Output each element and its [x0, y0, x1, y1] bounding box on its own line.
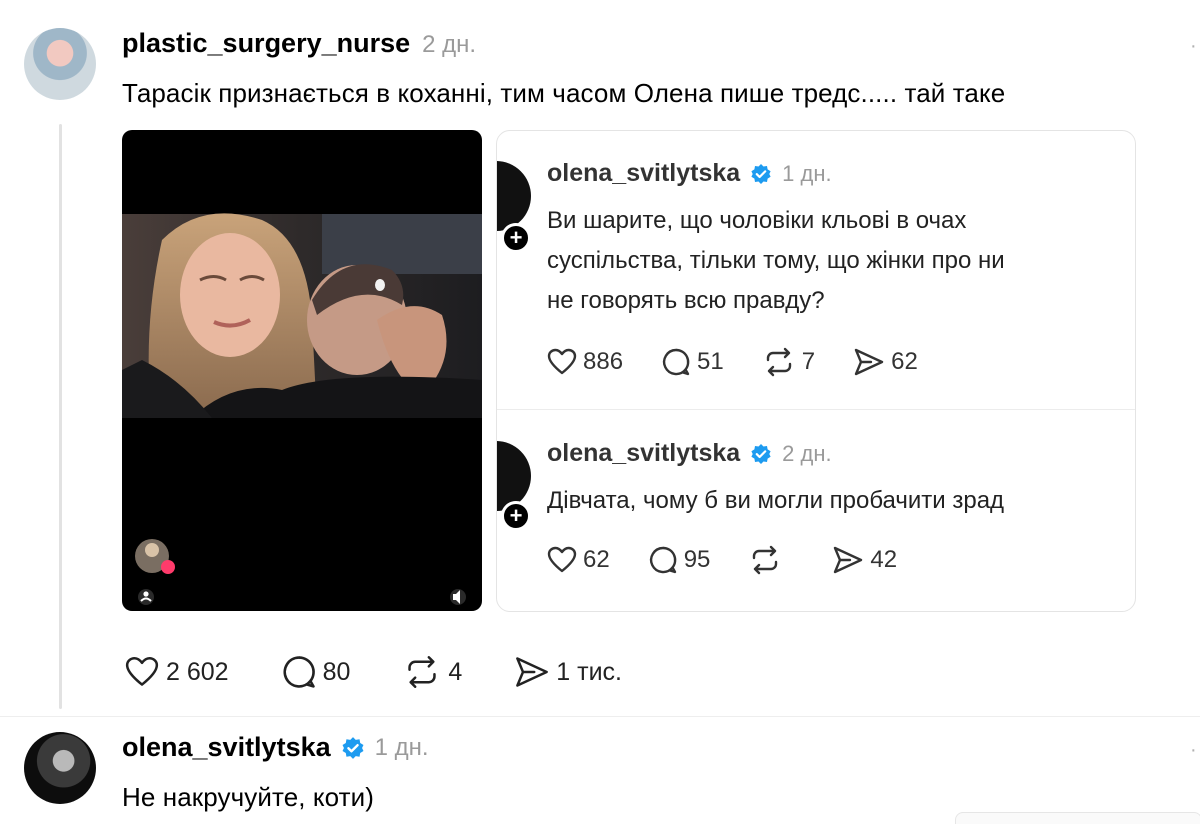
share-icon: [834, 546, 863, 574]
more-icon[interactable]: ·: [1190, 34, 1200, 58]
repost-icon: [766, 347, 791, 377]
video-preview[interactable]: [122, 130, 482, 611]
comment-header: olena_svitlytska 1 дн.: [122, 732, 429, 763]
repost-button[interactable]: [748, 545, 794, 575]
follow-plus-icon[interactable]: +: [501, 223, 531, 253]
post1-text-line: не говорять всю правду?: [547, 287, 825, 314]
repost-count: 4: [448, 657, 463, 686]
post1-text-line: суспільства, тільки тому, що жінки про н…: [547, 247, 1005, 274]
reply-button[interactable]: 80: [281, 654, 351, 690]
share-button[interactable]: 42: [832, 545, 897, 575]
verified-badge-icon: [751, 163, 771, 184]
post2-actions: 62 95 42: [547, 545, 897, 575]
reply-button[interactable]: 51: [661, 347, 724, 377]
video-frame-image: [122, 213, 482, 605]
post2-text: Дівчата, чому б ви могли пробачити зрад: [547, 487, 1005, 514]
reply-count: 95: [683, 546, 711, 573]
share-icon: [854, 348, 884, 376]
verified-badge-icon: [342, 736, 364, 759]
divider: [0, 716, 1200, 717]
like-button[interactable]: 886: [547, 347, 623, 377]
post1-timestamp[interactable]: 1 дн.: [782, 161, 831, 187]
timestamp[interactable]: 1 дн.: [375, 734, 429, 762]
heart-icon: [547, 348, 577, 375]
like-count: 886: [583, 348, 624, 375]
reply-icon: [649, 546, 677, 574]
like-button[interactable]: 62: [547, 545, 610, 575]
post1-actions: 886 51 7 62: [547, 347, 918, 377]
thread-line: [59, 124, 62, 709]
avatar-olena-svitlytska[interactable]: [24, 732, 96, 804]
share-icon: [516, 657, 549, 687]
repost-icon: [753, 545, 778, 575]
username[interactable]: olena_svitlytska: [122, 732, 331, 763]
repost-icon: [408, 656, 437, 688]
like-button[interactable]: 2 602: [124, 654, 229, 690]
post2-timestamp[interactable]: 2 дн.: [782, 441, 831, 467]
avatar-plastic-surgery-nurse[interactable]: [24, 28, 96, 100]
reply-button[interactable]: 95: [648, 545, 711, 575]
repost-count: 7: [801, 348, 816, 375]
reply-icon: [663, 348, 690, 376]
avatar-olena[interactable]: [497, 161, 531, 231]
repost-button[interactable]: 4: [402, 654, 462, 690]
repost-button[interactable]: 7: [762, 347, 815, 377]
comment-text: Тарасік признається в коханні, тим часом…: [122, 78, 1006, 108]
post1-username[interactable]: olena_svitlytska: [547, 159, 740, 188]
embedded-posts-card[interactable]: + olena_svitlytska 1 дн. Ви шарите, що ч…: [496, 130, 1136, 612]
comment1-actions: 2 602 80 4 1 тис.: [124, 654, 622, 690]
divider: [497, 409, 1135, 410]
heart-icon: [547, 546, 577, 573]
heart-icon: [125, 657, 159, 686]
more-icon[interactable]: ·: [1190, 738, 1200, 762]
post2-header: olena_svitlytska 2 дн.: [547, 439, 832, 468]
post1-text-line: Ви шарите, що чоловіки кльові в очах: [547, 207, 967, 234]
share-count: 1 тис.: [556, 657, 622, 686]
share-count: 62: [891, 348, 918, 375]
username[interactable]: plastic_surgery_nurse: [122, 28, 410, 59]
reply-count: 51: [697, 348, 724, 375]
like-count: 2 602: [166, 657, 229, 686]
follow-plus-icon[interactable]: +: [501, 501, 531, 531]
post2-username[interactable]: olena_svitlytska: [547, 439, 740, 468]
like-count: 62: [583, 546, 610, 573]
comment-text: Не накручуйте, коти): [122, 782, 375, 812]
share-button[interactable]: 62: [853, 347, 918, 377]
comment-header: plastic_surgery_nurse 2 дн.: [122, 28, 476, 59]
post1-header: olena_svitlytska 1 дн.: [547, 159, 832, 188]
share-button[interactable]: 1 тис.: [514, 654, 622, 690]
post1-text: Ви шарите, що чоловіки кльові в очах сус…: [547, 201, 1005, 321]
share-count: 42: [870, 546, 898, 573]
timestamp[interactable]: 2 дн.: [422, 31, 476, 59]
verified-badge-icon: [751, 443, 771, 464]
reply-icon: [283, 656, 315, 688]
reply-input-edge[interactable]: [955, 812, 1200, 824]
reply-count: 80: [322, 657, 351, 686]
